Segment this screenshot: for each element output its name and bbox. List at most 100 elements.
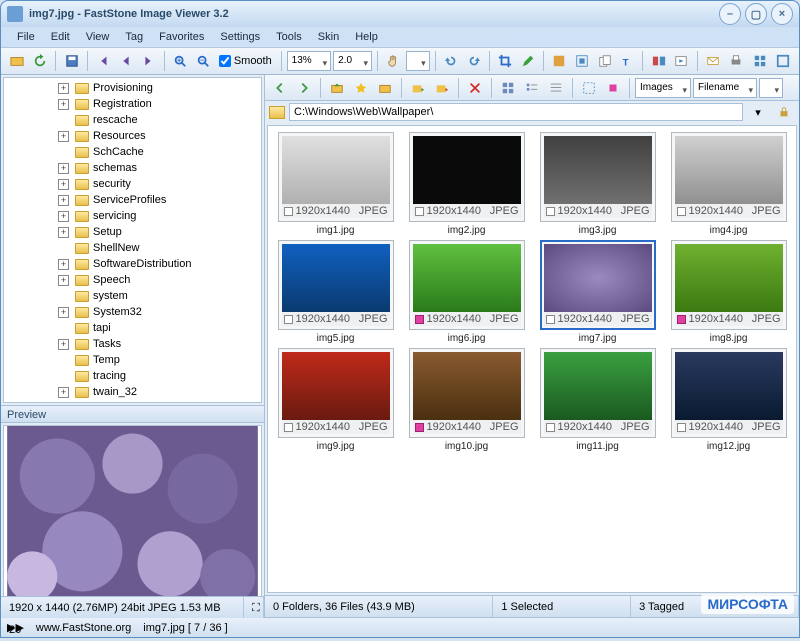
fit-icon[interactable]: ⛶	[244, 597, 264, 618]
save-icon[interactable]	[61, 50, 82, 72]
expand-icon[interactable]: +	[58, 307, 69, 318]
text-icon[interactable]: T	[617, 50, 638, 72]
delete-icon[interactable]	[464, 77, 486, 99]
tag-checkbox[interactable]	[415, 207, 424, 216]
next-icon[interactable]	[138, 50, 159, 72]
tree-item[interactable]: +schemas	[4, 160, 261, 176]
back-icon[interactable]	[269, 77, 291, 99]
expand-icon[interactable]: +	[58, 259, 69, 270]
tag-icon[interactable]	[602, 77, 624, 99]
smooth-checkbox[interactable]: Smooth	[219, 55, 272, 67]
view-list-icon[interactable]	[521, 77, 543, 99]
tree-item[interactable]: +Provisioning	[4, 80, 261, 96]
thumbnail[interactable]: 1920x1440JPEGimg12.jpg	[667, 348, 790, 452]
layout-icon[interactable]	[750, 50, 771, 72]
copy-to-icon[interactable]	[407, 77, 429, 99]
tag-checkbox[interactable]	[546, 423, 555, 432]
tree-item[interactable]: ShellNew	[4, 240, 261, 256]
tree-item[interactable]: +Speech	[4, 272, 261, 288]
menu-file[interactable]: File	[11, 29, 41, 45]
zoom-combo[interactable]: 13%	[287, 51, 331, 71]
tree-item[interactable]: +Registration	[4, 96, 261, 112]
prev-icon[interactable]	[115, 50, 136, 72]
sort-order-combo[interactable]	[759, 78, 783, 98]
view-large-icon[interactable]	[497, 77, 519, 99]
tag-checkbox[interactable]	[677, 315, 686, 324]
first-icon[interactable]	[93, 50, 114, 72]
view-detail-icon[interactable]	[545, 77, 567, 99]
expand-icon[interactable]: +	[58, 179, 69, 190]
lock-icon[interactable]	[773, 101, 795, 123]
expand-icon[interactable]: +	[58, 195, 69, 206]
slideshow-icon[interactable]	[671, 50, 692, 72]
select-all-icon[interactable]	[578, 77, 600, 99]
hand-combo[interactable]	[406, 51, 430, 71]
forward-icon[interactable]	[293, 77, 315, 99]
thumbnail[interactable]: 1920x1440JPEGimg9.jpg	[274, 348, 397, 452]
menu-favorites[interactable]: Favorites	[153, 29, 210, 45]
expand-icon[interactable]: +	[58, 387, 69, 398]
crop-icon[interactable]	[495, 50, 516, 72]
tag-checkbox[interactable]	[415, 315, 424, 324]
resize-icon[interactable]	[572, 50, 593, 72]
tree-item[interactable]: +twain_32	[4, 384, 261, 400]
expand-icon[interactable]: +	[58, 227, 69, 238]
expand-icon[interactable]: +	[58, 131, 69, 142]
close-button[interactable]: ×	[771, 3, 793, 25]
tag-checkbox[interactable]	[284, 315, 293, 324]
status-site[interactable]: www.FastStone.org	[36, 622, 131, 634]
expand-icon[interactable]: +	[58, 339, 69, 350]
favorite-icon[interactable]	[350, 77, 372, 99]
path-dropdown-icon[interactable]: ▾	[747, 101, 769, 123]
tree-item[interactable]: tracing	[4, 368, 261, 384]
menu-view[interactable]: View	[80, 29, 116, 45]
thumbnail[interactable]: 1920x1440JPEGimg1.jpg	[274, 132, 397, 236]
menu-edit[interactable]: Edit	[45, 29, 76, 45]
rotate-left-icon[interactable]	[441, 50, 462, 72]
tree-item[interactable]: system	[4, 288, 261, 304]
tag-checkbox[interactable]	[284, 207, 293, 216]
maximize-button[interactable]: ▢	[745, 3, 767, 25]
zoom-in-icon[interactable]	[170, 50, 191, 72]
preview-pane[interactable]	[3, 425, 262, 615]
tree-item[interactable]: Temp	[4, 352, 261, 368]
tree-item[interactable]: tapi	[4, 320, 261, 336]
tree-item[interactable]: +Tasks	[4, 336, 261, 352]
expand-icon[interactable]: +	[58, 99, 69, 110]
new-folder-icon[interactable]	[374, 77, 396, 99]
clone-icon[interactable]	[594, 50, 615, 72]
refresh-icon[interactable]	[30, 50, 51, 72]
tree-item[interactable]: +servicing	[4, 208, 261, 224]
tag-checkbox[interactable]	[546, 207, 555, 216]
tree-item[interactable]: +SoftwareDistribution	[4, 256, 261, 272]
thumbnail[interactable]: 1920x1440JPEGimg11.jpg	[536, 348, 659, 452]
thumbnail[interactable]: 1920x1440JPEGimg10.jpg	[405, 348, 528, 452]
compare-icon[interactable]	[648, 50, 669, 72]
adjust-icon[interactable]	[549, 50, 570, 72]
draw-icon[interactable]	[517, 50, 538, 72]
scale-combo[interactable]: 2.0	[333, 51, 372, 71]
thumbnail[interactable]: 1920x1440JPEGimg7.jpg	[536, 240, 659, 344]
expand-icon[interactable]: +	[58, 275, 69, 286]
tree-item[interactable]: +Resources	[4, 128, 261, 144]
tree-item[interactable]: +Setup	[4, 224, 261, 240]
expand-icon[interactable]: +	[58, 163, 69, 174]
thumbnail[interactable]: 1920x1440JPEGimg8.jpg	[667, 240, 790, 344]
tree-item[interactable]: +ServiceProfiles	[4, 192, 261, 208]
thumbnail[interactable]: 1920x1440JPEGimg5.jpg	[274, 240, 397, 344]
fullscreen-icon[interactable]	[772, 50, 793, 72]
menu-settings[interactable]: Settings	[214, 29, 266, 45]
hand-icon[interactable]	[383, 50, 404, 72]
folder-tree[interactable]: +Provisioning+Registrationrescache+Resou…	[3, 77, 262, 403]
tag-checkbox[interactable]	[284, 423, 293, 432]
email-icon[interactable]	[703, 50, 724, 72]
thumbnail[interactable]: 1920x1440JPEGimg6.jpg	[405, 240, 528, 344]
menu-help[interactable]: Help	[349, 29, 384, 45]
menu-tag[interactable]: Tag	[119, 29, 149, 45]
up-icon[interactable]	[326, 77, 348, 99]
menu-skin[interactable]: Skin	[312, 29, 345, 45]
open-icon[interactable]	[7, 50, 28, 72]
sort-combo[interactable]: Filename	[693, 78, 757, 98]
expand-icon[interactable]: +	[58, 83, 69, 94]
thumbnail[interactable]: 1920x1440JPEGimg4.jpg	[667, 132, 790, 236]
